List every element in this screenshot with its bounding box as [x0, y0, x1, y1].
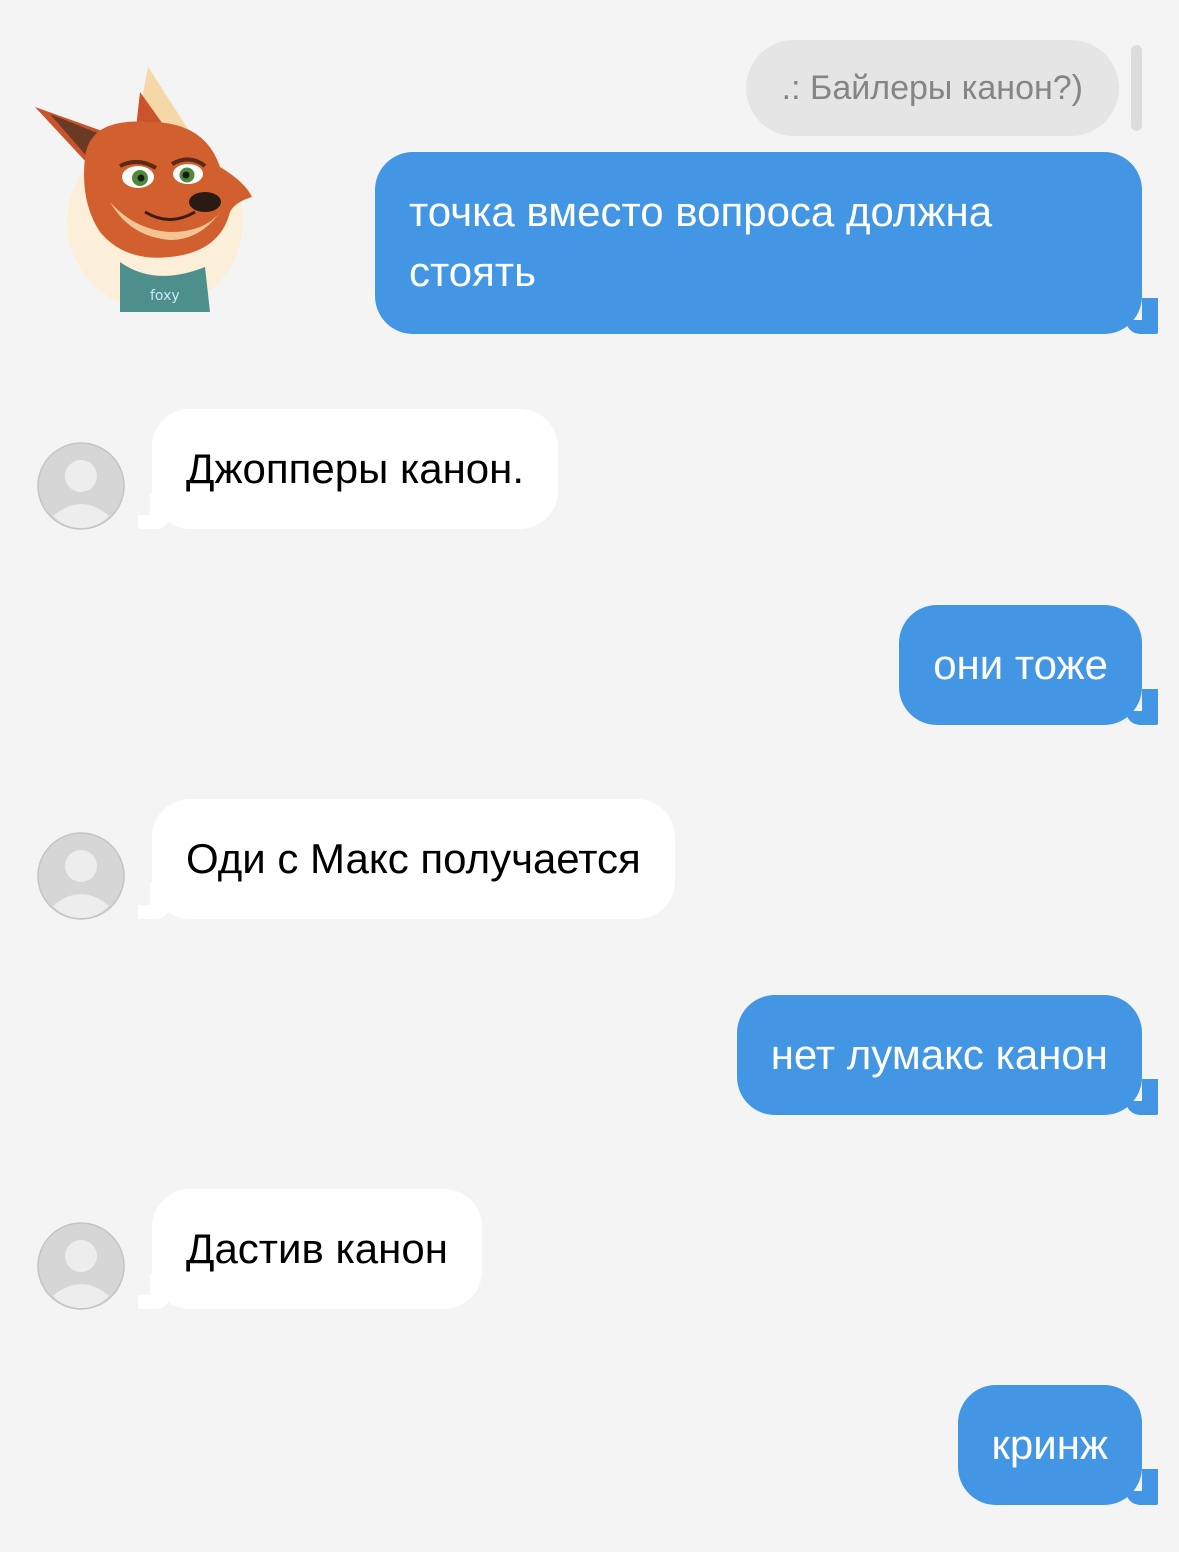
message-text: Дастив канон	[186, 1225, 448, 1272]
message-text: точка вместо вопроса должна стоять	[409, 188, 993, 295]
message-text: Джопперы канон.	[186, 445, 525, 492]
incoming-message[interactable]: Джопперы канон.	[137, 409, 559, 529]
chat-thread: foxy .: Байлеры канон?) точка вместо воп…	[0, 0, 1179, 1552]
svg-text:foxy: foxy	[150, 288, 180, 304]
message-text: Оди с Макс получается	[186, 835, 641, 882]
user-avatar-icon[interactable]	[37, 442, 125, 530]
user-avatar-icon[interactable]	[37, 832, 125, 920]
outgoing-message[interactable]: кринж	[957, 1385, 1159, 1505]
message-text: нет лумакс канон	[770, 1031, 1108, 1078]
fox-avatar[interactable]: foxy	[30, 62, 260, 312]
outgoing-message[interactable]: нет лумакс канон	[736, 995, 1159, 1115]
outgoing-message[interactable]: они тоже	[899, 605, 1158, 725]
quoted-message[interactable]: .: Байлеры канон?)	[745, 40, 1119, 136]
incoming-message[interactable]: Оди с Макс получается	[138, 799, 675, 919]
outgoing-message[interactable]: точка вместо вопроса должна стоять	[375, 152, 1158, 334]
incoming-message[interactable]: Дастив канон	[138, 1189, 482, 1309]
message-text: кринж	[991, 1421, 1108, 1468]
message-text: они тоже	[933, 641, 1108, 688]
user-avatar-icon[interactable]	[37, 1222, 125, 1310]
scroll-indicator	[1131, 45, 1142, 131]
